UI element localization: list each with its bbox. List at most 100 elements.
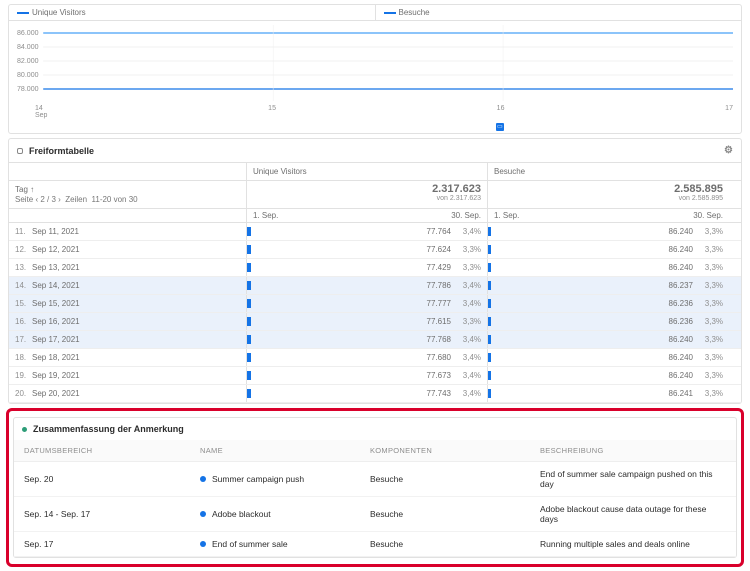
annotation-name: End of summer sale [200,539,370,549]
metric-bar [247,245,251,254]
column-header-unique-visitors[interactable]: Unique Visitors [247,163,488,180]
cell-besuche: 86.241 3,3% [488,385,729,402]
metric-value: 86.236 [669,299,693,308]
row-index: 17. [15,335,27,344]
metric-value: 86.241 [669,389,693,398]
y-tick: 80.000 [17,72,39,79]
metric-pct: 3,3% [701,353,723,362]
col-components[interactable]: Komponenten [370,446,540,455]
table-row[interactable]: 13.Sep 13, 202177.4293,3%86.2403,3% [9,259,741,277]
annotation-row[interactable]: Sep. 17End of summer saleBesucheRunning … [14,532,736,557]
cell-unique-visitors: 77.7433,4% [247,385,488,402]
freeform-table-panel: Freiformtabelle ⚙ Unique Visitors Besuch… [8,138,742,404]
table-column-headers: Unique Visitors Besuche [9,163,741,181]
annotation-column-headers: Datumsbereich Name Komponenten Beschreib… [14,440,736,462]
row-date: Sep 14, 2021 [32,281,80,290]
col-date-range[interactable]: Datumsbereich [24,446,200,455]
row-date: Sep 11, 2021 [32,227,79,236]
metric-pct: 3,3% [701,389,723,398]
metric-value: 86.240 [669,335,693,344]
cell-unique-visitors: 77.7643,4% [247,223,488,240]
metric-pct: 3,3% [701,299,723,308]
row-index: 19. [15,371,27,380]
metric-value: 77.624 [427,245,451,254]
col-description[interactable]: Beschreibung [540,446,726,455]
cell-unique-visitors: 77.4293,3% [247,259,488,276]
metric-pct: 3,3% [701,371,723,380]
table-row[interactable]: 12.Sep 12, 202177.6243,3%86.2403,3% [9,241,741,259]
gear-icon[interactable]: ⚙ [724,145,733,156]
metric-value: 77.680 [427,353,451,362]
annotation-row[interactable]: Sep. 20Summer campaign pushBesucheEnd of… [14,462,736,497]
table-row[interactable]: 17.Sep 17, 202177.7683,4%86.2403,3% [9,331,741,349]
legend-swatch [17,12,29,14]
annotation-body: Sep. 20Summer campaign pushBesucheEnd of… [14,462,736,557]
row-date: Sep 15, 2021 [32,299,80,308]
table-row[interactable]: 20.Sep 20, 202177.7433,4%86.2413,3% [9,385,741,403]
annotation-summary-header[interactable]: Zusammenfassung der Anmerkung [14,418,736,440]
metric-pct: 3,3% [459,317,481,326]
annotation-component: Besuche [370,509,540,519]
table-row[interactable]: 15.Sep 15, 202177.7773,4%86.2363,3% [9,295,741,313]
column-header-besuche[interactable]: Besuche [488,163,729,180]
table-row[interactable]: 18.Sep 18, 202177.6803,4%86.2403,3% [9,349,741,367]
paginator-text[interactable]: Seite ‹ 2 / 3 › Zeilen 11-20 von 30 [15,195,240,204]
metric-value: 86.236 [669,317,693,326]
table-row[interactable]: 19.Sep 19, 202177.6733,4%86.2403,3% [9,367,741,385]
metric2-subtotal: von 2.585.895 [488,195,729,204]
cell-unique-visitors: 77.7773,4% [247,295,488,312]
table-row[interactable]: 14. Sep 14, 2021 77.786 3,4% 86.2373,3% [9,277,741,295]
row-index: 14. [15,281,27,290]
freeform-table-header[interactable]: Freiformtabelle ⚙ [9,139,741,163]
metric2-total: 2.585.895 [488,181,729,195]
metric-bar [247,299,251,308]
legend-label: Unique Visitors [32,8,86,17]
table-body: 11.Sep 11, 202177.7643,4%86.2403,3%12.Se… [9,223,741,403]
annotation-summary-panel: Zusammenfassung der Anmerkung Datumsbere… [13,417,737,558]
table-row[interactable]: 16.Sep 16, 202177.6153,3%86.2363,3% [9,313,741,331]
metric-pct: 3,3% [459,245,481,254]
annotation-marker-icon[interactable]: ▭ [496,123,504,131]
highlight-outline: Zusammenfassung der Anmerkung Datumsbere… [6,408,744,567]
metric-bar [247,335,251,344]
spark-to: 30. Sep. [693,211,723,220]
table-summary-row: Tag ↑ Seite ‹ 2 / 3 › Zeilen 11-20 von 3… [9,181,741,209]
row-date: Sep 13, 2021 [32,263,80,272]
spark-to: 30. Sep. [451,211,481,220]
metric-pct: 3,4% [459,353,481,362]
cell-unique-visitors: 77.786 3,4% [247,277,488,294]
legend-unique-visitors: Unique Visitors [9,5,376,20]
annotation-color-dot-icon [200,511,206,517]
legend-label: Besuche [399,8,430,17]
annotation-row[interactable]: Sep. 14 - Sep. 17Adobe blackoutBesucheAd… [14,497,736,532]
chart-body[interactable]: 86.000 84.000 82.000 80.000 78.000 [9,21,741,105]
annotation-color-dot-icon [200,476,206,482]
metric-value: 77.786 [427,281,451,290]
metric-bar [247,371,251,380]
metric-pct: 3,4% [459,389,481,398]
metric-value: 77.615 [427,317,451,326]
x-tick: 14Sep [35,105,47,119]
cell-besuche: 86.236 3,3% [488,295,729,312]
dimension-sort-cell[interactable]: Tag ↑ Seite ‹ 2 / 3 › Zeilen 11-20 von 3… [9,181,247,208]
metric-bar [488,389,491,398]
metric-pct: 3,3% [701,245,723,254]
table-row[interactable]: 11.Sep 11, 202177.7643,4%86.2403,3% [9,223,741,241]
metric-value: 86.240 [669,371,693,380]
annotation-component: Besuche [370,474,540,484]
x-tick: 17 [725,105,733,119]
metric-value: 77.777 [427,299,451,308]
metric2-total-cell: 2.585.895 von 2.585.895 [488,181,729,208]
metric-bar [488,281,491,290]
column-header-dimension[interactable] [9,163,247,180]
metric-bar [247,263,251,272]
spark-from: 1. Sep. [253,211,278,220]
sparkline-header: 1. Sep.30. Sep. 1. Sep.30. Sep. [9,209,741,223]
annotation-name: Adobe blackout [200,509,370,519]
cell-besuche: 86.2373,3% [488,277,729,294]
metric-pct: 3,4% [459,227,481,236]
metric-pct: 3,4% [459,281,481,290]
col-name[interactable]: Name [200,446,370,455]
collapse-icon[interactable] [17,148,23,154]
panel-title: Freiformtabelle [29,146,724,156]
